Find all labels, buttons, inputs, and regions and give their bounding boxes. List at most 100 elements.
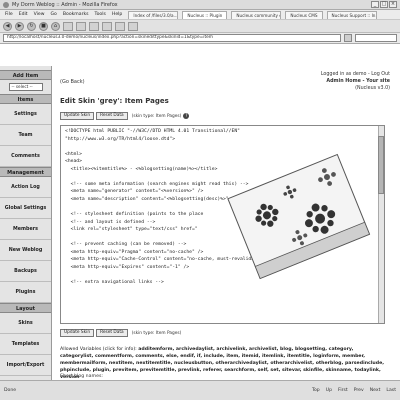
blog-select[interactable]: -- select -- [8, 83, 43, 91]
reset-data-button[interactable]: Reset Data [96, 329, 128, 337]
sidebar-item-new-weblog[interactable]: New Weblog [0, 240, 51, 261]
menu-edit[interactable]: Edit [17, 12, 30, 17]
login-info: Logged in as demo - Log Out Admin Home -… [321, 71, 390, 92]
home-icon[interactable]: ⌂ [51, 21, 60, 31]
admin-home-link[interactable]: Admin Home - Your site [321, 78, 390, 85]
sidebar-item-settings[interactable]: Settings [0, 104, 51, 125]
code-line: <!DOCTYPE html PUBLIC "-//W3C//DTD HTML … [65, 129, 240, 134]
code-line: <!-- prevent caching (can be removed) --… [65, 242, 187, 248]
code-line: <meta http-equiv="Pragma" content="no-ca… [65, 249, 204, 255]
bookmark-toolbar-button[interactable] [63, 21, 73, 31]
menu-go[interactable]: Go [49, 12, 59, 17]
editor-scroll-thumb[interactable] [378, 136, 384, 194]
code-line: <title><%itemtitle%> - <%blogsetting(nam… [65, 166, 218, 172]
sidebar-item-global-settings[interactable]: Global Settings [0, 198, 51, 219]
menu-bookmarks[interactable]: Bookmarks [61, 12, 91, 17]
sidebar-section-layout: Layout [0, 303, 51, 313]
code-line: <!-- stylesheet definition (points to th… [65, 212, 204, 218]
bookmark-toolbar-button[interactable] [128, 21, 138, 31]
version-label: (Nucleus v3.0) [355, 86, 390, 91]
sidebar-item-skins[interactable]: Skins [0, 313, 51, 334]
navigation-toolbar: ◀ ▶ ↻ ■ ⌂ [0, 20, 400, 33]
top-button-row: Update Skin Reset Data (skin type: Item … [60, 112, 190, 120]
browser-tab[interactable]: Index of /files/3.0/a... [128, 10, 179, 19]
login-status[interactable]: Logged in as demo - Log Out [321, 71, 390, 78]
bookmark-toolbar-button[interactable] [76, 21, 86, 31]
sidebar-item-import-export[interactable]: Import/Export [0, 355, 51, 376]
short-blog-names-label: Short blog names: [60, 374, 103, 379]
allowed-variables-help-link[interactable]: (click for info): [103, 347, 137, 352]
code-line: <link rel="stylesheet" type="text/css" h… [65, 227, 198, 233]
sidebar-section-management: Management [0, 167, 51, 177]
minimize-button[interactable]: _ [371, 1, 379, 8]
window-titlebar: My Dorm Weblog :: Admin - Mozilla Firefo… [0, 0, 400, 10]
update-skin-button[interactable]: Update Skin [60, 112, 95, 120]
search-input[interactable] [355, 34, 397, 42]
main-content: (Go Back) Logged in as demo - Log Out Ad… [58, 66, 394, 380]
sidebar-item-team[interactable]: Team [0, 125, 51, 146]
bookmark-toolbar-button[interactable] [102, 21, 112, 31]
code-line: <meta http-equiv="Cache-Control" content… [65, 257, 272, 263]
bookmark-toolbar-button[interactable] [115, 21, 125, 31]
sidebar-section-items: Items [0, 94, 51, 104]
menu-bar: File Edit View Go Bookmarks Tools Help I… [0, 10, 400, 20]
code-line: <meta http-equiv="Expires" content="-1" … [65, 264, 190, 270]
menu-file[interactable]: File [3, 12, 15, 17]
back-arrow-icon[interactable]: ◀ [3, 21, 12, 31]
admin-sidebar: Add Item -- select -- Items Settings Tea… [0, 66, 52, 380]
sidebar-item-backups[interactable]: Backups [0, 261, 51, 282]
code-line: <html> [65, 151, 82, 157]
sidebar-item-action-log[interactable]: Action Log [0, 177, 51, 198]
browser-tab[interactable]: Nucleus community c... [231, 10, 282, 19]
forward-arrow-icon[interactable]: ▶ [15, 21, 24, 31]
status-nav-next[interactable]: Next [370, 388, 381, 393]
window-title: My Dorm Weblog :: Admin - Mozilla Firefo… [12, 1, 118, 8]
browser-tab[interactable]: Nucleus :: Plugin [182, 10, 228, 19]
sidebar-section-add-item: Add Item [0, 70, 51, 80]
sidebar-item-members[interactable]: Members [0, 219, 51, 240]
skin-code-editor[interactable]: <!DOCTYPE html PUBLIC "-//W3C//DTD HTML … [60, 125, 385, 324]
code-line: <!-- some meta information (search engin… [65, 181, 249, 187]
code-line: <meta name="generator" content="<%versio… [65, 189, 204, 195]
bottom-button-row: Update Skin Reset Data (skin type: Item … [60, 329, 181, 337]
address-bar: http://localhost/nucleus3.0-demo/nucleus… [0, 33, 400, 44]
skin-type-label: (skin type: Item Pages) [131, 330, 182, 336]
code-line: <meta name="description" content="<%blog… [65, 196, 238, 202]
help-icon[interactable]: ? [183, 113, 190, 119]
code-line: <head> [65, 159, 82, 165]
skin-type-label: (skin type: Item Pages) [131, 113, 182, 119]
status-bar: Done Top Up First Prev Next Last [0, 380, 400, 400]
sidebar-item-comments[interactable]: Comments [0, 146, 51, 167]
status-nav-prev[interactable]: Prev [354, 388, 364, 393]
page-title: Edit Skin 'grey': Item Pages [60, 97, 169, 105]
status-nav-top[interactable]: Top [312, 388, 320, 393]
menu-tools[interactable]: Tools [93, 12, 108, 17]
go-back-link[interactable]: (Go Back) [60, 79, 85, 85]
browser-tab[interactable]: Nucleus CMS [285, 10, 323, 19]
sidebar-item-plugins[interactable]: Plugins [0, 282, 51, 303]
menu-help[interactable]: Help [110, 12, 124, 17]
status-text: Done [4, 388, 17, 393]
status-nav-first[interactable]: First [338, 388, 348, 393]
stop-icon[interactable]: ■ [39, 21, 48, 31]
status-nav-last[interactable]: Last [386, 388, 396, 393]
status-nav-up[interactable]: Up [326, 388, 332, 393]
skin-code: <!DOCTYPE html PUBLIC "-//W3C//DTD HTML … [61, 126, 384, 288]
allowed-variables: Allowed Variables (click for info): addi… [60, 346, 385, 381]
window-controls: _ □ × [371, 1, 397, 8]
browser-tab[interactable]: Nucleus Support :: In... [326, 10, 377, 19]
reload-icon[interactable]: ↻ [27, 21, 36, 31]
code-line: <!-- and layout is defined --> [65, 219, 156, 225]
menu-view[interactable]: View [32, 12, 47, 17]
update-skin-button[interactable]: Update Skin [60, 329, 95, 337]
allowed-variables-label: Allowed Variables [60, 347, 102, 352]
sidebar-item-templates[interactable]: Templates [0, 334, 51, 355]
url-input[interactable]: http://localhost/nucleus3.0-demo/nucleus… [3, 34, 341, 42]
reset-data-button[interactable]: Reset Data [96, 112, 128, 120]
status-nav-links: Top Up First Prev Next Last [312, 388, 396, 393]
code-line: <!-- extra navigational links --> [65, 279, 164, 285]
maximize-button[interactable]: □ [380, 1, 388, 8]
bookmark-toolbar-button[interactable] [89, 21, 99, 31]
go-button[interactable] [344, 34, 352, 42]
close-button[interactable]: × [389, 1, 397, 8]
